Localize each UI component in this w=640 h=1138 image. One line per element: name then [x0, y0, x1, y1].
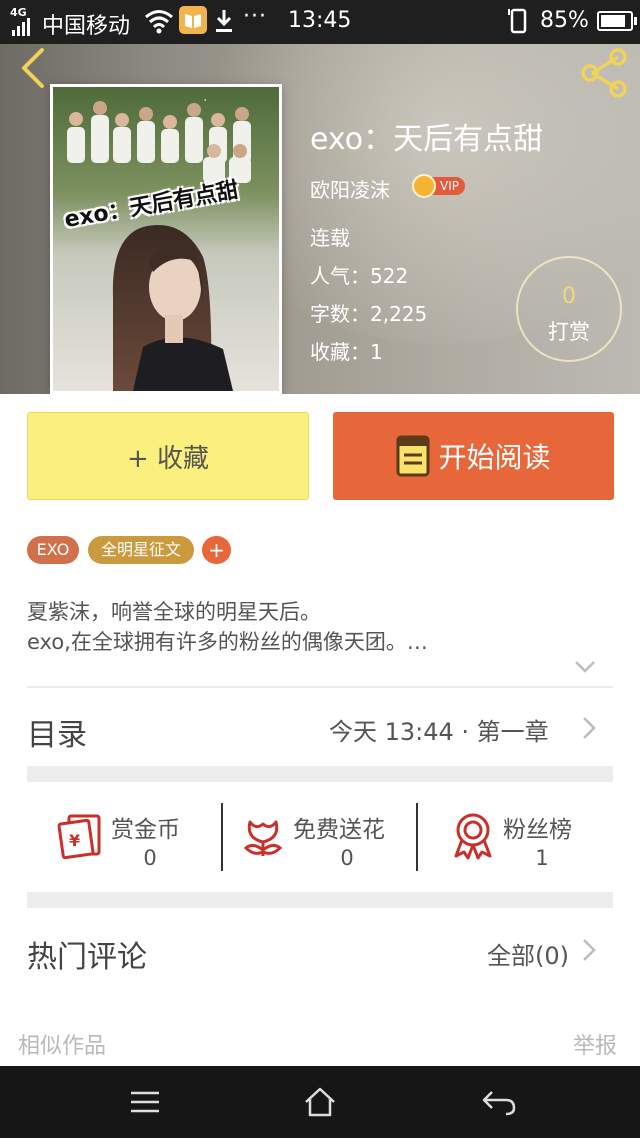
crown-icon: [412, 174, 436, 198]
tag-all-star-contest[interactable]: 全明星征文: [88, 536, 194, 564]
stat-label: 赏金币: [111, 817, 180, 843]
reader-app-icon: [179, 6, 207, 34]
author-name[interactable]: 欧阳凌沫: [310, 174, 390, 203]
description-line-1: 夏紫沫，响誉全球的明星天后。: [27, 600, 321, 624]
add-to-favorites-button[interactable]: + 收藏: [27, 412, 309, 500]
back-icon[interactable]: [478, 1084, 518, 1120]
red-envelope-icon: ¥: [57, 814, 101, 860]
book-icon: [396, 435, 430, 477]
catalog-chevron-right-icon[interactable]: [582, 716, 596, 740]
svg-text:¥: ¥: [69, 831, 80, 850]
all-comments-link[interactable]: 全部(0): [487, 936, 569, 971]
more-notifications-icon: ···: [243, 4, 267, 29]
description-line-2: exo,在全球拥有许多的粉丝的偶像天团。…: [27, 630, 428, 654]
book-title: exo：天后有点甜: [310, 122, 544, 157]
stat-value: 0: [143, 846, 157, 870]
share-icon[interactable]: [578, 46, 632, 100]
comments-chevron-right-icon[interactable]: [582, 938, 596, 962]
stat-value: 1: [535, 846, 549, 870]
stat-divider: [221, 803, 223, 871]
svg-text:·: ·: [203, 93, 207, 109]
wifi-icon: [145, 10, 173, 34]
flower-icon: [243, 820, 283, 856]
similar-works-link[interactable]: 相似作品: [18, 1028, 106, 1060]
reward-button[interactable]: 0 打赏: [516, 256, 622, 362]
stat-value: 0: [340, 846, 354, 870]
start-reading-button[interactable]: 开始阅读: [333, 412, 614, 500]
catalog-latest-chapter[interactable]: 今天 13:44 · 第一章: [329, 712, 549, 747]
system-navigation-bar: [0, 1066, 640, 1138]
serial-status: 连载: [310, 226, 350, 250]
book-cover[interactable]: · exo：天后有点甜: [50, 84, 282, 394]
clock: 13:45: [288, 8, 352, 33]
add-tag-button[interactable]: +: [202, 536, 231, 564]
status-bar: 4G 中国移动 ··· 13:45 85%: [0, 0, 640, 44]
stat-label: 免费送花: [293, 817, 385, 843]
hot-comments-title: 热门评论: [27, 940, 147, 975]
favorite-count: 收藏：1: [310, 340, 383, 364]
rosette-icon: [454, 813, 492, 860]
popularity: 人气：522: [310, 264, 409, 288]
home-icon[interactable]: [300, 1084, 340, 1120]
download-icon: [216, 10, 232, 32]
battery-percent: 85%: [540, 8, 589, 33]
book-header: · exo：天后有点甜 exo：天后有点甜 欧阳凌沫 VIP 连载 人气：522…: [0, 44, 640, 394]
carrier-name: 中国移动: [42, 14, 131, 39]
word-count: 字数：2,225: [310, 302, 428, 326]
report-link[interactable]: 举报: [573, 1028, 617, 1060]
divider: [27, 686, 613, 688]
favorite-button-label: + 收藏: [126, 443, 210, 474]
cover-illustration: ·: [53, 87, 279, 391]
read-button-label: 开始阅读: [438, 441, 551, 474]
catalog-title: 目录: [27, 718, 87, 753]
stat-label: 粉丝榜: [503, 817, 572, 843]
menu-icon[interactable]: [125, 1084, 165, 1120]
reward-count: 0: [562, 284, 576, 309]
chevron-down-icon[interactable]: [574, 660, 596, 674]
battery-icon: [597, 11, 637, 31]
phone-signal-icon: [508, 8, 527, 34]
signal-icon: 4G: [10, 6, 36, 36]
section-divider: [27, 892, 613, 908]
stat-divider: [416, 803, 418, 871]
reward-label: 打赏: [548, 320, 590, 344]
tag-exo[interactable]: EXO: [27, 536, 79, 564]
section-divider: [27, 766, 613, 782]
